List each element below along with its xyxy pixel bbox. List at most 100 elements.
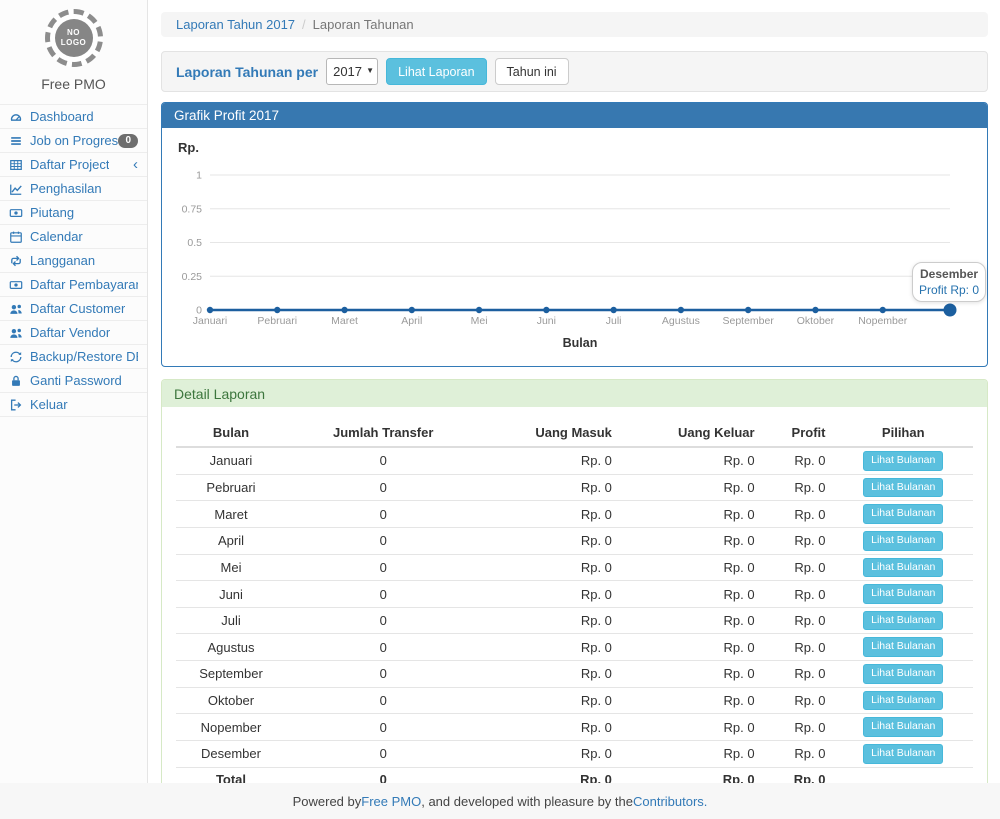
sidebar-item-label: Backup/Restore DB (30, 349, 138, 364)
lihat-bulanan-button[interactable]: Lihat Bulanan (863, 584, 943, 604)
cell-pilihan: Lihat Bulanan (833, 501, 973, 528)
sidebar-item-label: Penghasilan (30, 181, 102, 196)
lihat-bulanan-button[interactable]: Lihat Bulanan (863, 744, 943, 764)
money-icon (9, 205, 24, 220)
sidebar-item-job-on-progress[interactable]: Job on Progress0 (0, 129, 147, 153)
cell-uang-keluar: Rp. 0 (620, 661, 763, 688)
page-footer: Powered by Free PMO , and developed with… (0, 783, 1000, 819)
data-point (543, 307, 549, 313)
cell-profit: Rp. 0 (763, 527, 834, 554)
cell-jumlah-transfer: 0 (286, 714, 480, 741)
cell-uang-masuk: Rp. 0 (480, 501, 619, 528)
lihat-bulanan-button[interactable]: Lihat Bulanan (863, 504, 943, 524)
lihat-bulanan-button[interactable]: Lihat Bulanan (863, 451, 943, 471)
cell-bulan: Pebruari (176, 474, 286, 501)
sidebar-item-daftar-pembayaran[interactable]: Daftar Pembayaran (0, 273, 147, 297)
chart-canvas: Rp.10.750.50.250JanuariPebruariMaretApri… (172, 138, 978, 356)
sidebar-item-penghasilan[interactable]: Penghasilan (0, 177, 147, 201)
sidebar-item-dashboard[interactable]: Dashboard (0, 105, 147, 129)
footer-link-free-pmo[interactable]: Free PMO (361, 794, 421, 809)
breadcrumb-current: Laporan Tahunan (313, 17, 414, 32)
lihat-bulanan-button[interactable]: Lihat Bulanan (863, 664, 943, 684)
cell-uang-keluar: Rp. 0 (620, 714, 763, 741)
sidebar-item-label: Daftar Customer (30, 301, 125, 316)
logo-circle: NOLOGO (45, 9, 103, 67)
sidebar-item-label: Daftar Vendor (30, 325, 110, 340)
sidebar-item-daftar-project[interactable]: Daftar Project‹ (0, 153, 147, 177)
tahun-ini-button[interactable]: Tahun ini (495, 58, 569, 85)
logo: NOLOGO Free PMO (0, 0, 147, 92)
breadcrumb-link-laporan-tahun[interactable]: Laporan Tahun 2017 (176, 17, 295, 32)
cell-uang-masuk: Rp. 0 (480, 661, 619, 688)
cell-uang-keluar: Rp. 0 (620, 527, 763, 554)
dashboard-icon (9, 109, 24, 124)
data-point (812, 307, 818, 313)
data-point (610, 307, 616, 313)
tooltip-value: Profit Rp: 0 (919, 283, 979, 297)
lihat-bulanan-button[interactable]: Lihat Bulanan (863, 611, 943, 631)
chart-tooltip: Desember Profit Rp: 0 (912, 262, 986, 302)
year-select[interactable]: 2017 (326, 58, 378, 85)
cell-bulan: Mei (176, 554, 286, 581)
table-row: Juli0Rp. 0Rp. 0Rp. 0Lihat Bulanan (176, 607, 973, 634)
sidebar-item-langganan[interactable]: Langganan (0, 249, 147, 273)
cell-profit: Rp. 0 (763, 607, 834, 634)
lihat-laporan-button[interactable]: Lihat Laporan (386, 58, 486, 85)
profit-line-chart: Desember Profit Rp: 0 Rp.10.750.50.250Ja… (162, 128, 987, 366)
cell-uang-masuk: Rp. 0 (480, 554, 619, 581)
cell-jumlah-transfer: 0 (286, 554, 480, 581)
footer-link-contributors[interactable]: Contributors. (633, 794, 707, 809)
column-header-uang-masuk: Uang Masuk (480, 419, 619, 447)
cell-uang-keluar: Rp. 0 (620, 554, 763, 581)
data-point (678, 307, 684, 313)
detail-report-panel: Detail Laporan BulanJumlah TransferUang … (161, 379, 988, 806)
cell-pilihan: Lihat Bulanan (833, 474, 973, 501)
lihat-bulanan-button[interactable]: Lihat Bulanan (863, 558, 943, 578)
cell-profit: Rp. 0 (763, 554, 834, 581)
sidebar-item-label: Langganan (30, 253, 95, 268)
sidebar-item-keluar[interactable]: Keluar (0, 393, 147, 417)
sidebar-item-daftar-vendor[interactable]: Daftar Vendor (0, 321, 147, 345)
x-tick-label: Agustus (662, 315, 700, 327)
cell-uang-keluar: Rp. 0 (620, 687, 763, 714)
data-point (745, 307, 751, 313)
table-row: Maret0Rp. 0Rp. 0Rp. 0Lihat Bulanan (176, 501, 973, 528)
lihat-bulanan-button[interactable]: Lihat Bulanan (863, 717, 943, 737)
sidebar-item-label: Keluar (30, 397, 68, 412)
cell-pilihan: Lihat Bulanan (833, 554, 973, 581)
sidebar-item-piutang[interactable]: Piutang (0, 201, 147, 225)
lihat-bulanan-button[interactable]: Lihat Bulanan (863, 637, 943, 657)
cell-pilihan: Lihat Bulanan (833, 687, 973, 714)
sidebar-item-daftar-customer[interactable]: Daftar Customer (0, 297, 147, 321)
sidebar-item-label: Piutang (30, 205, 74, 220)
tooltip-month: Desember (919, 267, 979, 281)
brand-name: Free PMO (0, 76, 147, 92)
cell-profit: Rp. 0 (763, 474, 834, 501)
cell-bulan: September (176, 661, 286, 688)
cell-jumlah-transfer: 0 (286, 687, 480, 714)
cell-jumlah-transfer: 0 (286, 634, 480, 661)
sidebar-item-ganti-password[interactable]: Ganti Password (0, 369, 147, 393)
cell-bulan: Juli (176, 607, 286, 634)
lihat-bulanan-button[interactable]: Lihat Bulanan (863, 691, 943, 711)
users-icon (9, 325, 24, 340)
detail-panel-title: Detail Laporan (162, 380, 987, 407)
cell-uang-masuk: Rp. 0 (480, 741, 619, 768)
cell-uang-keluar: Rp. 0 (620, 581, 763, 608)
cell-profit: Rp. 0 (763, 741, 834, 768)
cell-uang-keluar: Rp. 0 (620, 447, 763, 474)
lihat-bulanan-button[interactable]: Lihat Bulanan (863, 478, 943, 498)
cell-uang-keluar: Rp. 0 (620, 634, 763, 661)
y-tick-label: 1 (196, 170, 202, 182)
lihat-bulanan-button[interactable]: Lihat Bulanan (863, 531, 943, 551)
cell-uang-masuk: Rp. 0 (480, 687, 619, 714)
sidebar-item-backup-restore-db[interactable]: Backup/Restore DB (0, 345, 147, 369)
sidebar-item-calendar[interactable]: Calendar (0, 225, 147, 249)
column-header-jumlah-transfer: Jumlah Transfer (286, 419, 480, 447)
sidebar-item-label: Dashboard (30, 109, 94, 124)
lock-icon (9, 373, 24, 388)
cell-bulan: Nopember (176, 714, 286, 741)
cell-bulan: Juni (176, 581, 286, 608)
cell-bulan: Januari (176, 447, 286, 474)
cell-uang-keluar: Rp. 0 (620, 607, 763, 634)
